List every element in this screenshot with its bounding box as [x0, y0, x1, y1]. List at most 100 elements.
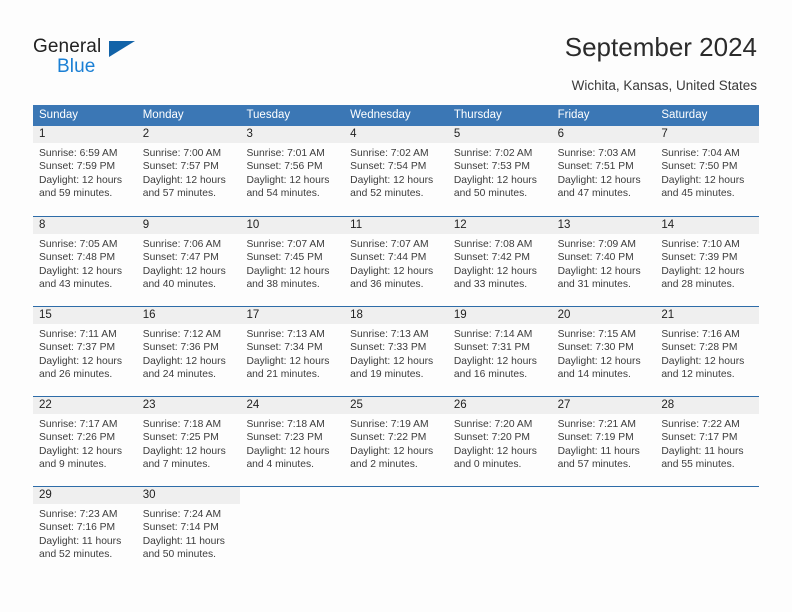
day-cell-empty — [344, 487, 448, 576]
sunrise-text: Sunrise: 7:08 AM — [453, 239, 533, 250]
sunset-text: Sunset: 7:33 PM — [350, 342, 427, 354]
day-cell[interactable]: 14 Sunrise: 7:10 AM Sunset: 7:39 PM Dayl… — [655, 217, 760, 306]
daylight-text-line2: and 21 minutes. — [246, 369, 320, 381]
day-number: 2 — [136, 126, 241, 143]
day-cell[interactable]: 18 Sunrise: 7:13 AM Sunset: 7:33 PM Dayl… — [344, 307, 448, 396]
day-cell[interactable]: 23 Sunrise: 7:18 AM Sunset: 7:25 PM Dayl… — [136, 397, 241, 486]
daylight-text-line1: Daylight: 12 hours — [39, 174, 122, 186]
day-cell[interactable]: 5 Sunrise: 7:02 AM Sunset: 7:53 PM Dayli… — [447, 126, 552, 216]
sunset-text: Sunset: 7:53 PM — [453, 161, 531, 173]
logo-text-general: General — [33, 36, 102, 57]
daylight-text-line2: and 31 minutes. — [557, 279, 631, 291]
sunrise-text: Sunrise: 7:05 AM — [39, 239, 118, 250]
sunset-text: Sunset: 7:19 PM — [557, 432, 634, 444]
daylight-text-line1: Daylight: 12 hours — [453, 445, 537, 457]
sunrise-text: Sunrise: 7:13 AM — [350, 329, 429, 340]
weekday-header-thursday: Thursday — [453, 109, 502, 121]
sunset-text: Sunset: 7:16 PM — [39, 522, 116, 534]
daylight-text-line2: and 4 minutes. — [246, 459, 314, 471]
daylight-text-line2: and 55 minutes. — [661, 459, 735, 471]
calendar-week-row: 15 Sunrise: 7:11 AM Sunset: 7:37 PM Dayl… — [33, 306, 760, 396]
day-cell[interactable]: 27 Sunrise: 7:21 AM Sunset: 7:19 PM Dayl… — [551, 397, 656, 486]
daylight-text-line2: and 45 minutes. — [661, 188, 735, 200]
day-number: 22 — [33, 397, 137, 414]
day-cell[interactable]: 30 Sunrise: 7:24 AM Sunset: 7:14 PM Dayl… — [136, 487, 241, 576]
day-cell[interactable]: 25 Sunrise: 7:19 AM Sunset: 7:22 PM Dayl… — [344, 397, 448, 486]
day-details: Sunrise: 7:18 AM Sunset: 7:25 PM Dayligh… — [137, 414, 241, 472]
page-subtitle-location: Wichita, Kansas, United States — [571, 78, 757, 93]
day-cell[interactable]: 28 Sunrise: 7:22 AM Sunset: 7:17 PM Dayl… — [655, 397, 760, 486]
day-number — [240, 487, 344, 504]
sunset-text: Sunset: 7:56 PM — [246, 161, 323, 173]
calendar-week-row: 1 Sunrise: 6:59 AM Sunset: 7:59 PM Dayli… — [33, 126, 760, 216]
page-header: General Blue September 2024 Wichita, Kan… — [0, 0, 792, 100]
day-details: Sunrise: 7:18 AM Sunset: 7:23 PM Dayligh… — [240, 414, 344, 472]
sunset-text: Sunset: 7:37 PM — [39, 342, 116, 354]
day-number: 8 — [33, 217, 137, 234]
day-cell[interactable]: 22 Sunrise: 7:17 AM Sunset: 7:26 PM Dayl… — [33, 397, 137, 486]
daylight-text-line2: and 54 minutes. — [246, 188, 320, 200]
weekday-header-sunday: Sunday — [39, 109, 79, 121]
day-cell[interactable]: 3 Sunrise: 7:01 AM Sunset: 7:56 PM Dayli… — [240, 126, 345, 216]
sunrise-text: Sunrise: 7:10 AM — [661, 239, 740, 250]
day-cell[interactable]: 10 Sunrise: 7:07 AM Sunset: 7:45 PM Dayl… — [240, 217, 345, 306]
day-number: 10 — [240, 217, 345, 234]
day-cell[interactable]: 12 Sunrise: 7:08 AM Sunset: 7:42 PM Dayl… — [447, 217, 552, 306]
day-cell[interactable]: 8 Sunrise: 7:05 AM Sunset: 7:48 PM Dayli… — [33, 217, 137, 306]
day-cell[interactable]: 1 Sunrise: 6:59 AM Sunset: 7:59 PM Dayli… — [33, 126, 137, 216]
daylight-text-line2: and 12 minutes. — [661, 369, 735, 381]
day-cell[interactable]: 17 Sunrise: 7:13 AM Sunset: 7:34 PM Dayl… — [240, 307, 345, 396]
day-number: 9 — [136, 217, 241, 234]
sunset-text: Sunset: 7:28 PM — [661, 342, 738, 354]
calendar-week-row: 29 Sunrise: 7:23 AM Sunset: 7:16 PM Dayl… — [33, 486, 759, 576]
day-cell-empty — [240, 487, 344, 576]
day-cell[interactable]: 29 Sunrise: 7:23 AM Sunset: 7:16 PM Dayl… — [33, 487, 137, 576]
sunset-text: Sunset: 7:45 PM — [246, 252, 323, 264]
day-number: 30 — [136, 487, 241, 504]
sunrise-text: Sunrise: 7:13 AM — [246, 329, 325, 340]
daylight-text-line2: and 19 minutes. — [350, 369, 424, 381]
day-details: Sunrise: 7:19 AM Sunset: 7:22 PM Dayligh… — [344, 414, 448, 472]
day-cell[interactable]: 16 Sunrise: 7:12 AM Sunset: 7:36 PM Dayl… — [136, 307, 241, 396]
sunset-text: Sunset: 7:20 PM — [453, 432, 531, 444]
day-cell[interactable]: 19 Sunrise: 7:14 AM Sunset: 7:31 PM Dayl… — [447, 307, 552, 396]
daylight-text-line2: and 59 minutes. — [39, 188, 113, 200]
day-cell[interactable]: 9 Sunrise: 7:06 AM Sunset: 7:47 PM Dayli… — [136, 217, 241, 306]
day-number: 25 — [344, 397, 448, 414]
daylight-text-line1: Daylight: 12 hours — [39, 265, 122, 277]
day-number: 19 — [447, 307, 552, 324]
day-cell[interactable]: 6 Sunrise: 7:03 AM Sunset: 7:51 PM Dayli… — [551, 126, 656, 216]
day-cell[interactable]: 24 Sunrise: 7:18 AM Sunset: 7:23 PM Dayl… — [240, 397, 345, 486]
day-details: Sunrise: 7:24 AM Sunset: 7:14 PM Dayligh… — [137, 504, 241, 562]
day-cell[interactable]: 26 Sunrise: 7:20 AM Sunset: 7:20 PM Dayl… — [447, 397, 552, 486]
day-cell[interactable]: 21 Sunrise: 7:16 AM Sunset: 7:28 PM Dayl… — [655, 307, 760, 396]
sunset-text: Sunset: 7:14 PM — [142, 522, 219, 534]
sunset-text: Sunset: 7:31 PM — [453, 342, 531, 354]
daylight-text-line1: Daylight: 12 hours — [350, 174, 434, 186]
day-number — [655, 487, 759, 504]
day-number: 18 — [344, 307, 448, 324]
calendar-week-row: 8 Sunrise: 7:05 AM Sunset: 7:48 PM Dayli… — [33, 216, 760, 306]
daylight-text-line1: Daylight: 12 hours — [557, 174, 641, 186]
sunrise-text: Sunrise: 6:59 AM — [39, 148, 118, 159]
day-number: 16 — [136, 307, 241, 324]
day-details: Sunrise: 7:22 AM Sunset: 7:17 PM Dayligh… — [655, 414, 759, 472]
sunset-text: Sunset: 7:23 PM — [246, 432, 323, 444]
day-cell[interactable]: 7 Sunrise: 7:04 AM Sunset: 7:50 PM Dayli… — [655, 126, 760, 216]
sunset-text: Sunset: 7:59 PM — [39, 161, 116, 173]
day-cell[interactable]: 20 Sunrise: 7:15 AM Sunset: 7:30 PM Dayl… — [551, 307, 656, 396]
day-cell[interactable]: 13 Sunrise: 7:09 AM Sunset: 7:40 PM Dayl… — [551, 217, 656, 306]
day-details: Sunrise: 7:01 AM Sunset: 7:56 PM Dayligh… — [240, 143, 344, 201]
daylight-text-line2: and 26 minutes. — [39, 369, 113, 381]
day-cell[interactable]: 2 Sunrise: 7:00 AM Sunset: 7:57 PM Dayli… — [136, 126, 241, 216]
daylight-text-line1: Daylight: 12 hours — [246, 355, 330, 367]
day-cell[interactable]: 15 Sunrise: 7:11 AM Sunset: 7:37 PM Dayl… — [33, 307, 137, 396]
daylight-text-line1: Daylight: 12 hours — [453, 265, 537, 277]
daylight-text-line1: Daylight: 12 hours — [142, 265, 226, 277]
day-cell[interactable]: 11 Sunrise: 7:07 AM Sunset: 7:44 PM Dayl… — [344, 217, 448, 306]
day-cell[interactable]: 4 Sunrise: 7:02 AM Sunset: 7:54 PM Dayli… — [344, 126, 448, 216]
sunrise-text: Sunrise: 7:12 AM — [142, 329, 222, 340]
day-details: Sunrise: 7:13 AM Sunset: 7:33 PM Dayligh… — [344, 324, 448, 382]
sunrise-text: Sunrise: 7:02 AM — [350, 148, 429, 159]
general-blue-logo[interactable]: General Blue — [33, 36, 153, 80]
